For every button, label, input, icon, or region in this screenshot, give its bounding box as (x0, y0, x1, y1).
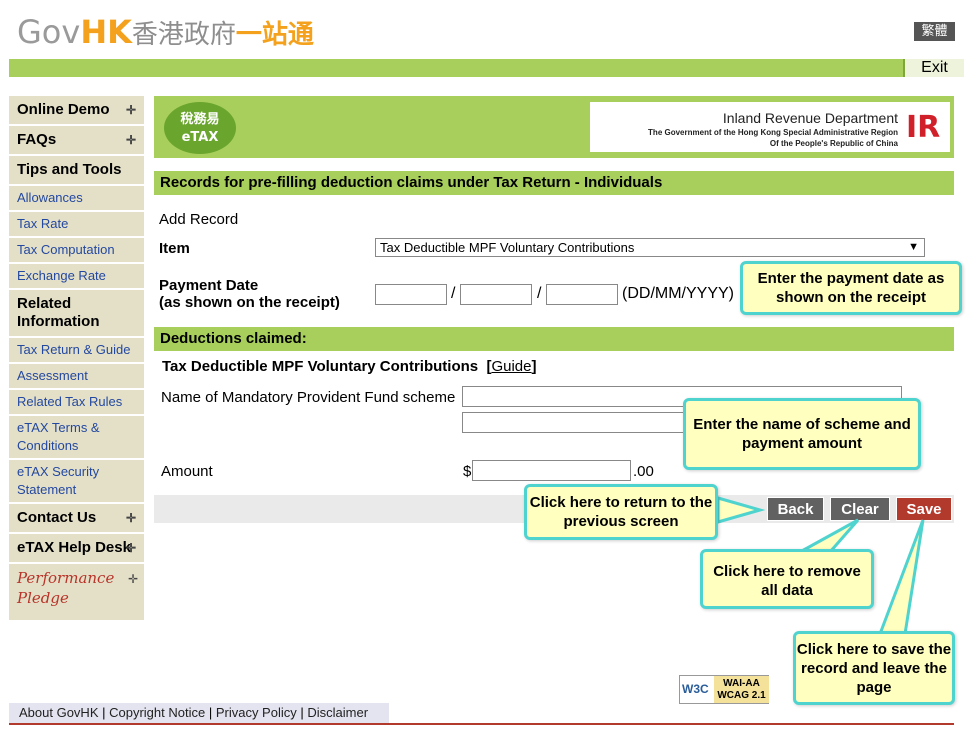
footer-divider (9, 723, 954, 725)
save-callout: Click here to save the record and leave … (793, 631, 955, 705)
clear-callout-pointer (799, 518, 860, 554)
wcag-level-text: WAI-AA (723, 678, 760, 689)
clear-callout: Click here to remove all data (700, 549, 874, 609)
back-callout: Click here to return to the previous scr… (524, 484, 718, 540)
footer-link-copyright[interactable]: Copyright Notice (109, 705, 205, 720)
back-callout-pointer (716, 496, 766, 524)
callout-pointers (716, 496, 925, 636)
footer-link-about[interactable]: About GovHK (19, 705, 99, 720)
w3c-logo: W3C (682, 682, 709, 696)
wcag-badge[interactable]: W3C WAI-AA WCAG 2.1 (679, 675, 769, 704)
wcag-version-text: WCAG 2.1 (717, 690, 766, 701)
scheme-callout: Enter the name of scheme and payment amo… (683, 398, 921, 470)
footer-link-privacy[interactable]: Privacy Policy (216, 705, 297, 720)
footer-links: About GovHK | Copyright Notice | Privacy… (9, 703, 389, 725)
save-callout-pointer (877, 519, 925, 636)
footer-link-disclaimer[interactable]: Disclaimer (307, 705, 368, 720)
payment-date-callout: Enter the payment date as shown on the r… (740, 261, 962, 315)
wcag-level: WAI-AA WCAG 2.1 (714, 676, 769, 703)
